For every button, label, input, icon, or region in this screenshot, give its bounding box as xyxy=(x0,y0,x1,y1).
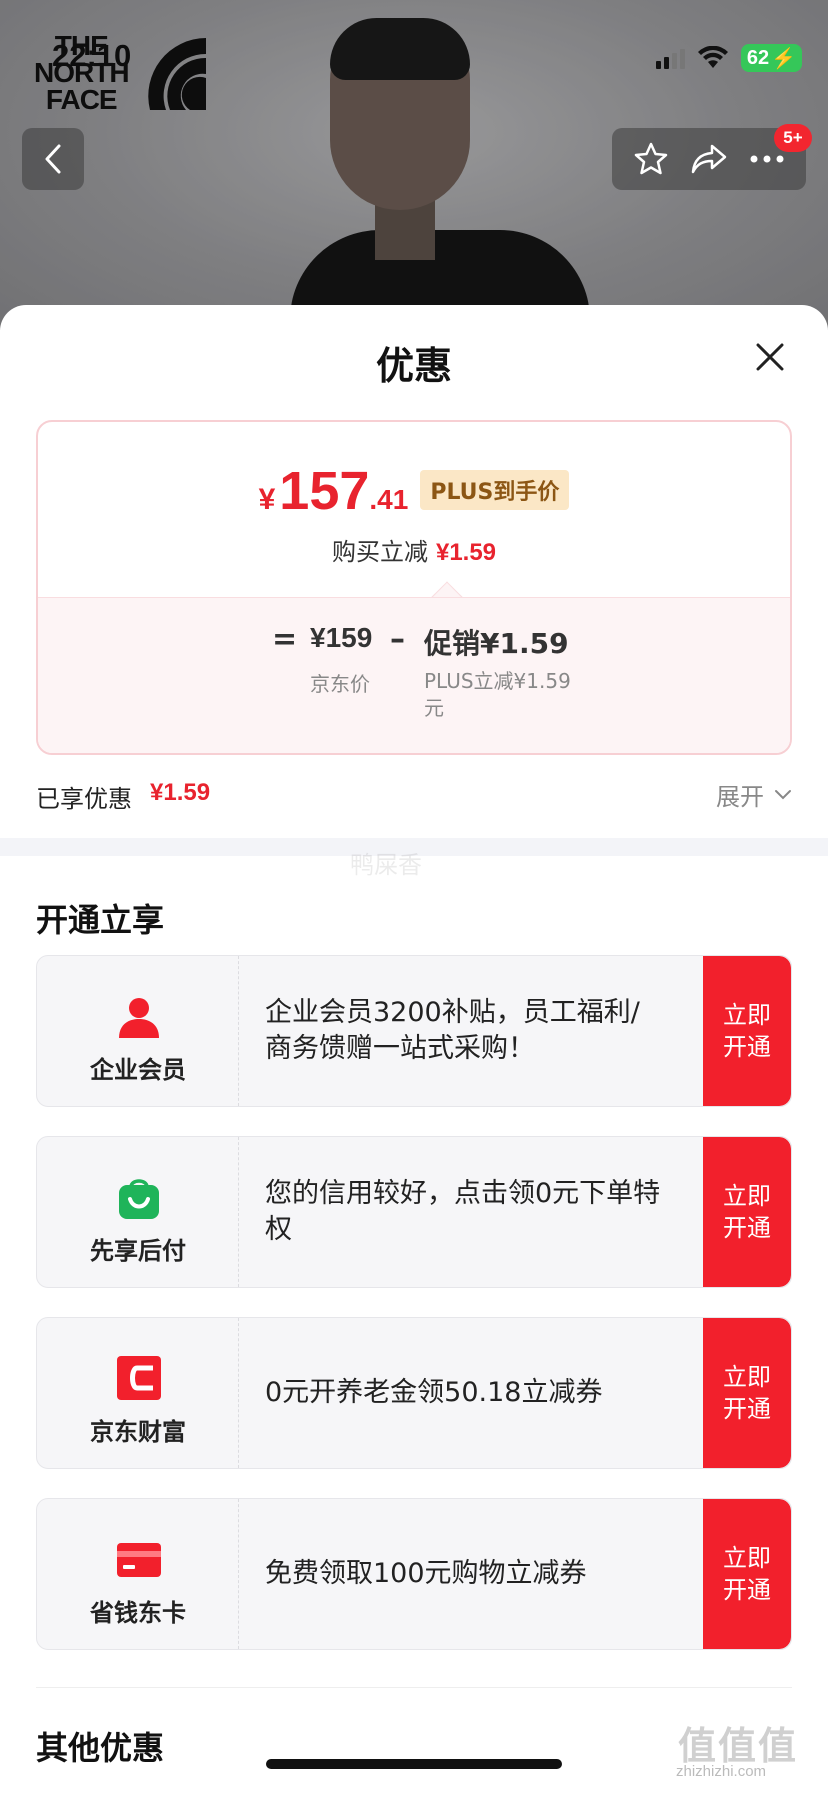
offer-description: 您的信用较好，点击领0元下单特权 xyxy=(265,1178,661,1245)
sheet-title: 优惠 xyxy=(375,344,452,388)
shopping-bag-icon xyxy=(119,1179,159,1219)
chevron-left-icon xyxy=(45,144,61,174)
product-header-background: THE NORTH FACE 22:10 62 ⚡ 5+ xyxy=(0,0,828,330)
offer-card[interactable]: 京东财富 0元开养老金领50.18立减券 立即开通 xyxy=(36,1317,792,1469)
promo-detail: PLUS立减¥1.59元 xyxy=(424,669,571,720)
favorite-button[interactable] xyxy=(629,137,673,181)
discount-sheet: 优惠 ¥ 157 .41 PLUS到手价 购买立减¥1.59 = ¥159 – xyxy=(0,305,828,1793)
home-indicator[interactable] xyxy=(266,1759,562,1769)
other-section-title: 其他优惠 xyxy=(36,1729,165,1767)
back-button[interactable] xyxy=(22,128,84,190)
expand-button[interactable]: 展开 xyxy=(716,777,792,812)
offer-card[interactable]: 企业会员 企业会员3200补贴，员工福利/商务馈赠一站式采购！ 立即开通 xyxy=(36,955,792,1107)
site-watermark-url: zhizhizhi.com xyxy=(676,1763,767,1780)
status-indicators: 62 ⚡ xyxy=(655,44,802,72)
final-price: ¥ 157 .41 xyxy=(258,461,409,521)
offer-description: 免费领取100元购物立减券 xyxy=(265,1558,587,1589)
jd-price-value: ¥159 xyxy=(310,622,373,653)
jd-price-label: 京东价 xyxy=(310,672,370,696)
share-icon xyxy=(691,144,727,174)
offer-card[interactable]: 省钱东卡 免费领取100元购物立减券 立即开通 xyxy=(36,1498,792,1650)
offer-description: 0元开养老金领50.18立减券 xyxy=(265,1377,603,1408)
open-now-button[interactable]: 立即开通 xyxy=(703,1499,791,1649)
price-formula-section: = ¥159 – 促销¥1.59 京东价 PLUS立减¥1.59元 xyxy=(38,597,790,753)
watermark-text: 鸭屎香 xyxy=(350,851,422,879)
close-button[interactable] xyxy=(750,337,790,377)
offer-name: 省钱东卡 xyxy=(90,1599,186,1627)
offer-name: 企业会员 xyxy=(90,1056,186,1084)
open-section-title: 开通立享 xyxy=(36,901,165,939)
offer-card[interactable]: 先享后付 您的信用较好，点击领0元下单特权 立即开通 xyxy=(36,1136,792,1288)
site-watermark-logo: 值值值 xyxy=(678,1724,799,1768)
price-breakdown-card: ¥ 157 .41 PLUS到手价 购买立减 ¥1.59 = ¥159 – 促销¥… xyxy=(36,420,792,755)
more-dots-icon xyxy=(750,155,784,163)
final-price-section: ¥ 157 .41 PLUS到手价 购买立减 ¥1.59 xyxy=(38,422,790,597)
message-badge: 5+ xyxy=(774,124,812,152)
offer-name: 京东财富 xyxy=(90,1418,186,1446)
plus-price-tag: PLUS到手价 xyxy=(420,470,570,510)
price-formula: = ¥159 – 促销¥1.59 xyxy=(272,622,569,660)
open-now-button[interactable]: 立即开通 xyxy=(703,956,791,1106)
enjoyed-discount-row: 已享优惠 ¥1.59 展开 xyxy=(36,775,792,815)
share-button[interactable] xyxy=(687,137,731,181)
charging-bolt-icon: ⚡ xyxy=(771,47,796,70)
cellular-signal-icon xyxy=(655,47,685,69)
enjoyed-label: 已享优惠 xyxy=(36,785,132,813)
purchase-reduction: 购买立减 ¥1.59 xyxy=(331,538,497,566)
section-divider-line xyxy=(36,1687,792,1688)
enjoyed-amount: ¥1.59 xyxy=(150,779,211,806)
offer-name: 先享后付 xyxy=(90,1237,186,1265)
battery-indicator: 62 ⚡ xyxy=(740,44,802,72)
offer-description: 企业会员3200补贴，员工福利/商务馈赠一站式采购！ xyxy=(265,997,640,1064)
promo-value: 促销¥1.59 xyxy=(424,627,569,660)
final-price-line: ¥ 157 .41 PLUS到手价 xyxy=(38,460,790,522)
open-now-button[interactable]: 立即开通 xyxy=(703,1137,791,1287)
card-icon xyxy=(117,1543,161,1577)
wallet-icon xyxy=(117,1356,161,1400)
wifi-icon xyxy=(697,46,728,68)
open-now-button[interactable]: 立即开通 xyxy=(703,1318,791,1468)
star-icon xyxy=(634,142,668,175)
chevron-down-icon xyxy=(775,789,791,799)
user-icon xyxy=(119,998,159,1038)
